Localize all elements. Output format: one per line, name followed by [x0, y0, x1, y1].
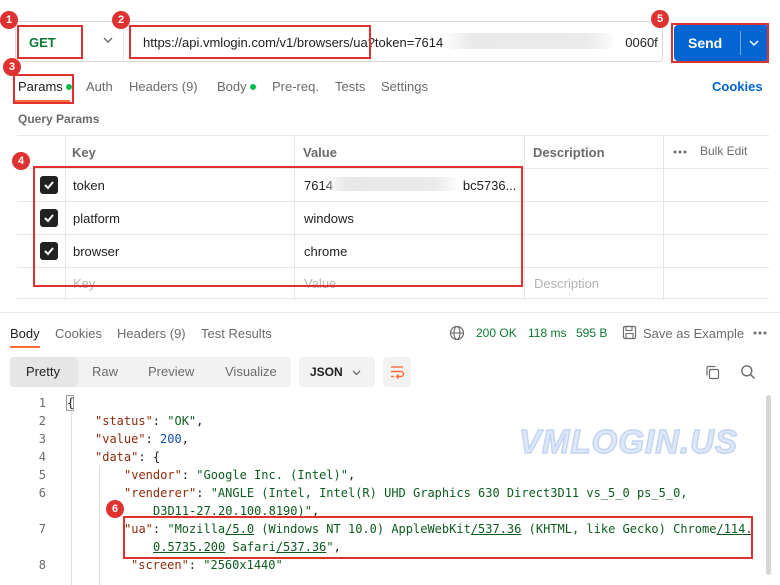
json-string: "Google Inc. (Intel)" [196, 468, 348, 482]
redacted-token-blur [447, 33, 613, 49]
more-options-icon[interactable] [673, 150, 687, 154]
view-mode-group: Pretty Raw Preview Visualize [10, 357, 291, 387]
annotation-badge: 3 [3, 58, 21, 76]
copy-icon[interactable] [705, 365, 720, 380]
tab-body[interactable]: Body [217, 79, 256, 94]
chevron-down-icon [103, 37, 113, 43]
line-number: 8 [38, 558, 46, 572]
response-size[interactable]: 595 B [576, 326, 607, 340]
body-dot-icon [249, 83, 256, 90]
json-key: "vendor" [124, 468, 182, 482]
active-tab-underline [10, 346, 40, 348]
annotation-box-send [671, 23, 769, 63]
wrap-lines-button[interactable] [383, 357, 411, 387]
indent-guide [99, 465, 100, 585]
tab-prereq[interactable]: Pre-req. [272, 79, 319, 94]
chevron-down-icon [352, 370, 361, 376]
response-tab-test-results[interactable]: Test Results [201, 326, 272, 341]
line-number: 7 [38, 522, 46, 536]
view-mode-preview[interactable]: Preview [148, 364, 194, 379]
code-line: "screen": "2560x1440" [131, 558, 283, 572]
indent-guide [71, 411, 72, 585]
line-number: 6 [38, 486, 46, 500]
column-header-value: Value [303, 145, 337, 160]
table-divider [663, 136, 664, 300]
annotation-badge: 6 [106, 500, 124, 518]
column-header-description: Description [533, 145, 605, 160]
bulk-edit-button[interactable]: Bulk Edit [700, 144, 747, 158]
view-mode-raw[interactable]: Raw [92, 364, 118, 379]
wrap-lines-icon [391, 366, 405, 379]
annotation-box-params-table [33, 166, 523, 287]
json-key: "value" [95, 432, 146, 446]
save-as-example-button[interactable]: Save as Example [643, 326, 744, 341]
format-label: JSON [310, 365, 343, 379]
json-string: "OK" [167, 414, 197, 428]
tab-body-label: Body [217, 79, 247, 94]
query-params-title: Query Params [18, 112, 100, 126]
annotation-box-params [13, 74, 74, 104]
section-divider [0, 312, 780, 313]
tab-headers[interactable]: Headers (9) [129, 79, 198, 94]
tab-tests[interactable]: Tests [335, 79, 365, 94]
response-tab-cookies[interactable]: Cookies [55, 326, 102, 341]
scrollbar[interactable] [766, 395, 771, 575]
new-param-description-input[interactable]: Description [534, 276, 599, 291]
code-line: "status": "OK", [95, 414, 204, 428]
annotation-badge: 2 [112, 11, 130, 29]
response-tab-body[interactable]: Body [10, 326, 40, 341]
line-number: 4 [38, 450, 46, 464]
line-number: 5 [38, 468, 46, 482]
column-header-key: Key [72, 145, 96, 160]
code-line: "value": 200, [95, 432, 189, 446]
annotation-badge: 5 [651, 10, 669, 28]
table-divider [524, 136, 525, 300]
line-number: 2 [38, 414, 46, 428]
code-line: "vendor": "Google Inc. (Intel)", [124, 468, 356, 482]
line-number: 3 [38, 432, 46, 446]
line-number: 1 [38, 396, 46, 410]
annotation-badge: 4 [12, 152, 30, 170]
annotation-box-method [17, 25, 83, 59]
view-mode-visualize[interactable]: Visualize [225, 364, 277, 379]
status-code[interactable]: 200 OK [476, 326, 517, 340]
view-mode-pretty[interactable]: Pretty [26, 364, 60, 379]
response-tab-headers[interactable]: Headers (9) [117, 326, 186, 341]
json-string: "2560x1440" [203, 558, 283, 572]
watermark: VMLOGIN.US [518, 422, 739, 461]
code-line: "data": { [95, 450, 161, 464]
response-time[interactable]: 118 ms [528, 326, 566, 340]
save-icon [622, 325, 637, 340]
json-key: "renderer" [124, 486, 197, 500]
bracket-match-highlight [66, 395, 74, 411]
format-select[interactable]: JSON [299, 357, 375, 387]
cookies-link[interactable]: Cookies [712, 79, 763, 94]
code-brace: { [152, 450, 161, 464]
annotation-badge: 1 [0, 11, 18, 29]
search-icon[interactable] [740, 364, 756, 380]
json-number: 200 [160, 432, 182, 446]
more-options-icon[interactable] [753, 331, 767, 335]
globe-icon[interactable] [449, 325, 465, 341]
json-key: "data" [95, 450, 139, 464]
json-string: "ANGLE (Intel, Intel(R) UHD Graphics 630… [210, 486, 688, 500]
json-key: "screen" [131, 558, 189, 572]
annotation-box-ua [123, 516, 753, 559]
json-key: "status" [95, 414, 153, 428]
tab-settings[interactable]: Settings [381, 79, 428, 94]
annotation-box-url [129, 25, 371, 59]
tab-auth[interactable]: Auth [86, 79, 113, 94]
code-line: "renderer": "ANGLE (Intel, Intel(R) UHD … [124, 486, 688, 500]
